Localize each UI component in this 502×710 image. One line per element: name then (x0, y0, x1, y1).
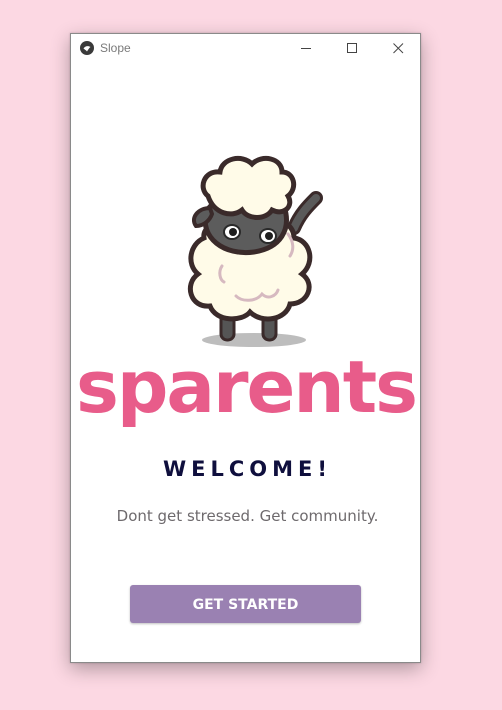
sheep-mascot-image (187, 155, 323, 347)
maximize-button[interactable] (330, 34, 376, 63)
window-title: Slope (100, 41, 131, 55)
app-window: Slope sparents WELCOME! Dont get stresse… (70, 33, 421, 663)
brand-logo-wordmark: sparents (76, 345, 418, 429)
minimize-icon (301, 48, 311, 49)
title-bar[interactable]: Slope (71, 34, 420, 64)
app-logo-icon (80, 41, 94, 55)
minimize-button[interactable] (284, 34, 330, 63)
brand-logo-text: sparents (76, 352, 416, 429)
maximize-icon (347, 43, 357, 53)
get-started-button[interactable]: GET STARTED (130, 585, 361, 623)
close-button[interactable] (376, 34, 420, 63)
tagline-text: Dont get stressed. Get community. (116, 507, 379, 525)
welcome-heading: WELCOME! (163, 457, 332, 481)
welcome-screen: sparents WELCOME! Dont get stressed. Get… (71, 64, 420, 662)
close-icon (393, 43, 404, 54)
brand-logo: sparents (75, 345, 418, 440)
